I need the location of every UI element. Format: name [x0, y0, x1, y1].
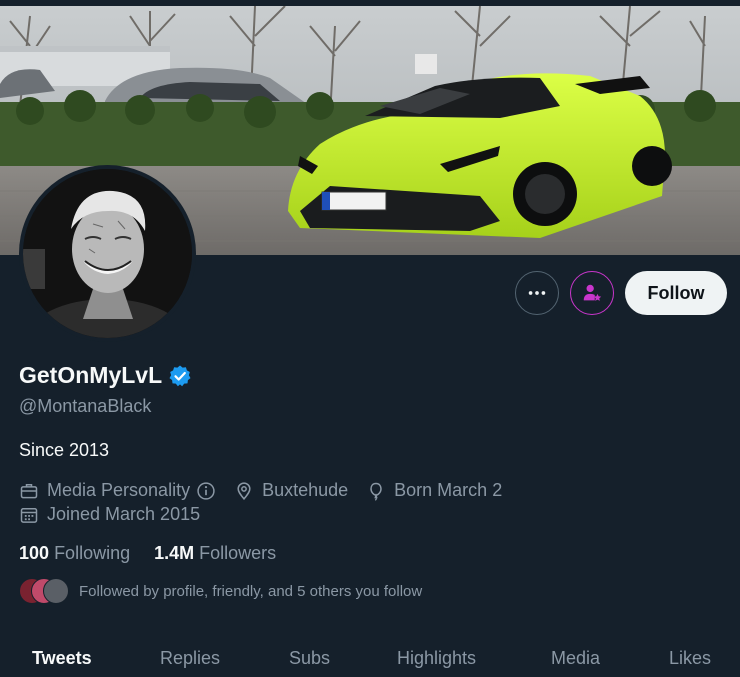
- profile-avatar[interactable]: [19, 165, 196, 342]
- followers-count: 1.4M: [154, 543, 195, 563]
- following-count: 100: [19, 543, 50, 563]
- display-name: GetOnMyLvL: [19, 362, 163, 388]
- tab-subs[interactable]: Subs: [289, 648, 330, 669]
- birthday-item: Born March 2: [366, 480, 502, 501]
- profile-meta-row-1: Media Personality Buxtehude Born March 2: [19, 480, 520, 501]
- followed-by-text: Followed by profile, friendly, and 5 oth…: [79, 582, 423, 600]
- tab-highlights[interactable]: Highlights: [397, 648, 476, 669]
- tab-media[interactable]: Media: [551, 648, 600, 669]
- birthday-label: Born March 2: [394, 480, 503, 500]
- profile-stats: 100 Following 1.4M Followers: [19, 543, 300, 564]
- info-icon[interactable]: [196, 481, 216, 501]
- joined-label: Joined March 2015: [47, 504, 201, 524]
- location-label: Buxtehude: [262, 480, 349, 500]
- joined-item: Joined March 2015: [19, 504, 200, 525]
- category-item: Media Personality: [19, 480, 216, 501]
- followed-by-row[interactable]: Followed by profile, friendly, and 5 oth…: [19, 578, 422, 604]
- more-dots-icon: [528, 291, 546, 295]
- follow-button[interactable]: Follow: [625, 271, 727, 315]
- profile-bio: Since 2013: [19, 440, 110, 460]
- profile-handle: @MontanaBlack: [19, 396, 152, 416]
- following-stat[interactable]: 100 Following: [19, 543, 130, 564]
- following-label: Following: [54, 543, 131, 563]
- profile-tabs: Tweets Replies Subs Highlights Media Lik…: [0, 636, 740, 677]
- name-row: GetOnMyLvL: [19, 362, 192, 389]
- tab-tweets[interactable]: Tweets: [32, 648, 92, 669]
- avatar-image: [23, 169, 192, 338]
- subscribe-person-star-icon: [583, 284, 602, 301]
- subscribe-button[interactable]: [570, 271, 614, 315]
- location-item: Buxtehude: [234, 480, 348, 501]
- calendar-icon: [20, 507, 38, 523]
- followers-stat[interactable]: 1.4M Followers: [154, 543, 276, 564]
- profile-meta-row-2: Joined March 2015: [19, 504, 218, 525]
- more-options-button[interactable]: [515, 271, 559, 315]
- briefcase-icon: [20, 483, 38, 498]
- followers-label: Followers: [199, 543, 277, 563]
- mutual-avatars: [19, 578, 69, 604]
- location-pin-icon: [237, 481, 251, 500]
- verified-badge-icon[interactable]: [168, 364, 192, 388]
- balloon-icon: [370, 482, 382, 501]
- tab-likes[interactable]: Likes: [669, 648, 711, 669]
- category-label: Media Personality: [47, 480, 191, 500]
- tab-replies[interactable]: Replies: [160, 648, 220, 669]
- mutual-avatar: [43, 578, 69, 604]
